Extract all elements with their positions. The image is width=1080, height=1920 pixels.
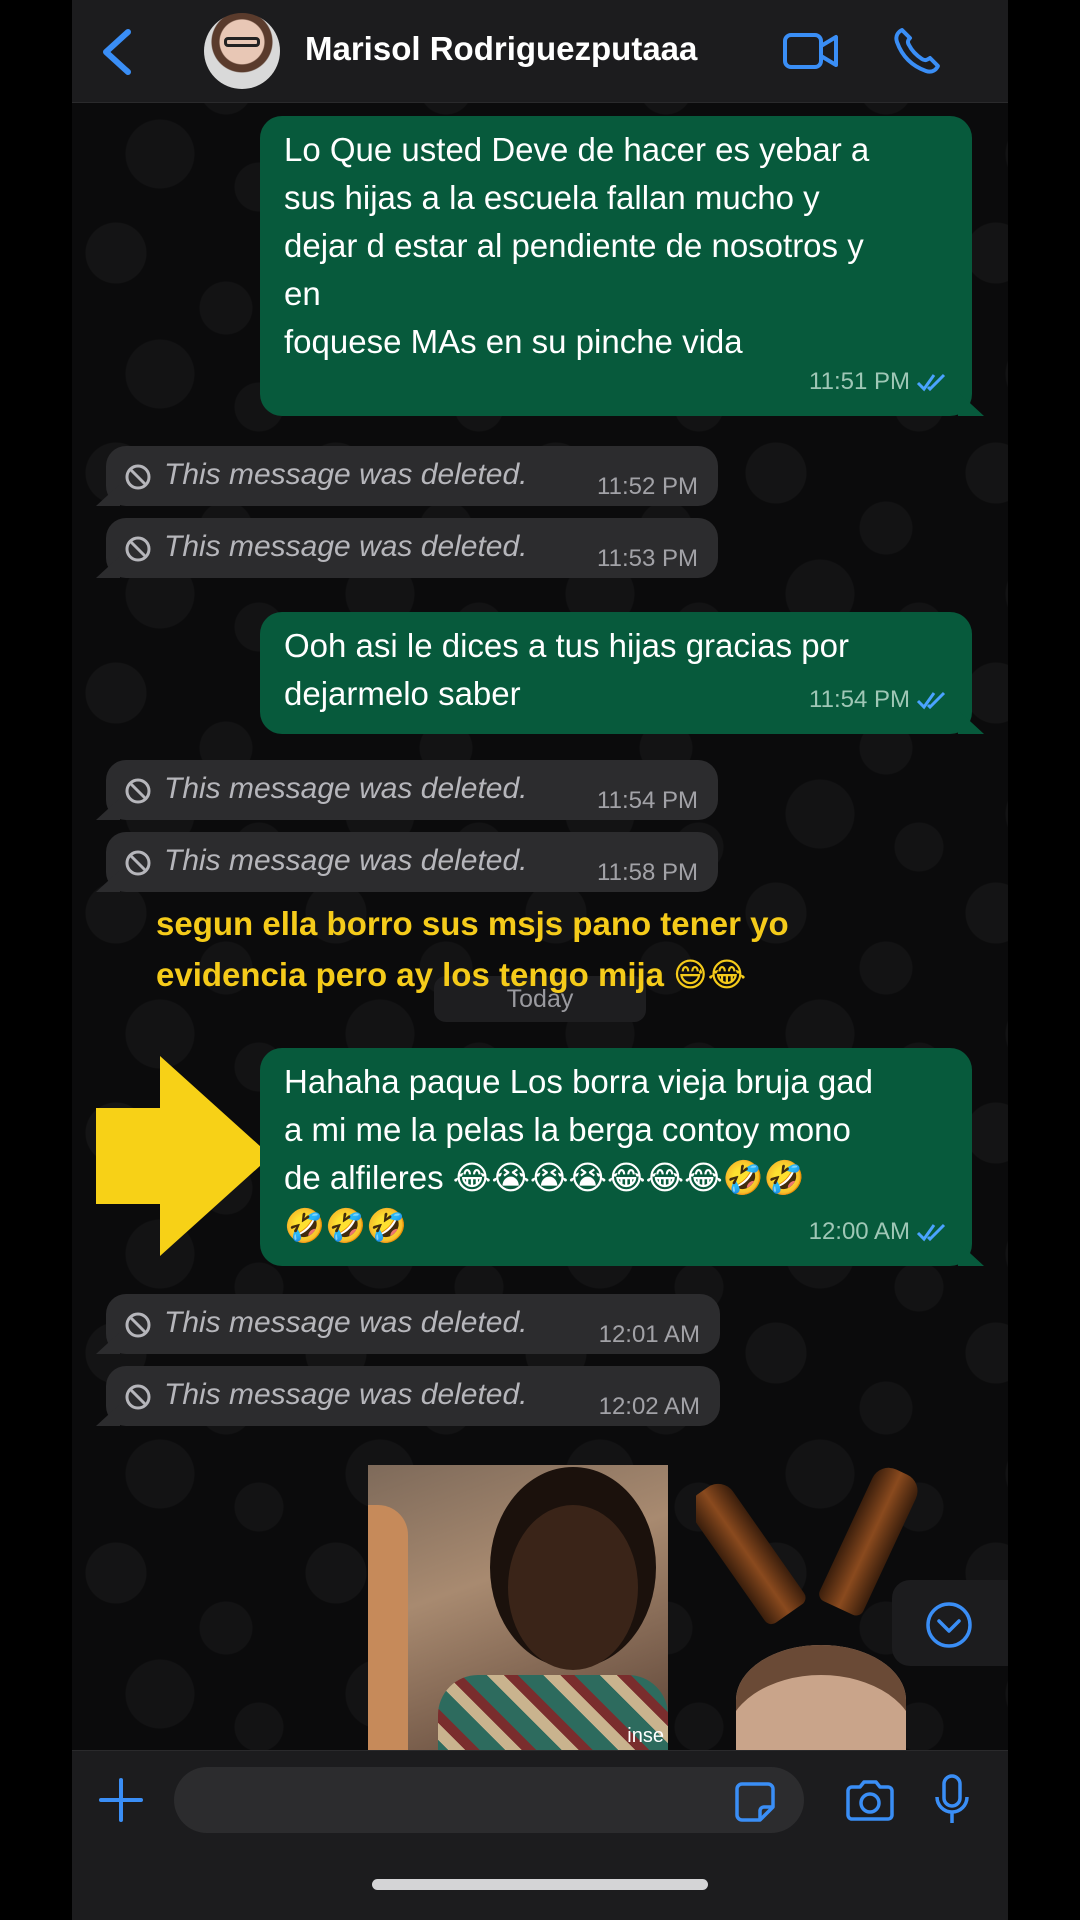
message-composer bbox=[72, 1750, 1008, 1920]
message-time: 11:54 PM bbox=[809, 686, 910, 713]
gif-watermark: inse bbox=[627, 1725, 664, 1747]
prohibited-icon bbox=[125, 850, 151, 876]
yellow-arrow-icon bbox=[96, 1056, 271, 1256]
outgoing-message[interactable]: Hahaha paque Los borra vieja bruja gad a… bbox=[260, 1048, 972, 1266]
prohibited-icon bbox=[125, 1312, 151, 1338]
message-time: 11:58 PM bbox=[597, 859, 698, 886]
chevron-down-circle-icon bbox=[926, 1602, 972, 1648]
scroll-to-bottom-button[interactable] bbox=[892, 1580, 1008, 1666]
prohibited-icon bbox=[125, 536, 151, 562]
camera-icon[interactable] bbox=[844, 1779, 896, 1823]
microphone-icon[interactable] bbox=[932, 1773, 972, 1827]
gif-figure bbox=[736, 1645, 906, 1750]
message-time: 12:01 AM bbox=[598, 1321, 700, 1348]
message-input[interactable] bbox=[174, 1767, 804, 1833]
video-camera-icon[interactable] bbox=[782, 30, 840, 72]
sticker-icon[interactable] bbox=[734, 1781, 776, 1823]
deleted-text: This message was deleted. bbox=[164, 1378, 528, 1411]
deleted-text: This message was deleted. bbox=[164, 844, 528, 877]
outgoing-message[interactable]: Lo Que usted Deve de hacer es yebar a su… bbox=[260, 116, 972, 416]
deleted-message[interactable]: This message was deleted. 12:01 AM bbox=[106, 1294, 720, 1354]
deleted-message[interactable]: This message was deleted. 11:53 PM bbox=[106, 518, 718, 578]
deleted-message[interactable]: This message was deleted. 12:02 AM bbox=[106, 1366, 720, 1426]
message-time: 11:54 PM bbox=[597, 787, 698, 814]
deleted-text: This message was deleted. bbox=[164, 772, 528, 805]
gif-figure bbox=[508, 1505, 638, 1670]
double-check-icon bbox=[916, 373, 946, 392]
double-check-icon bbox=[916, 1223, 946, 1242]
message-time: 11:53 PM bbox=[597, 545, 698, 572]
contact-avatar[interactable] bbox=[204, 13, 280, 89]
deleted-message[interactable]: This message was deleted. 11:54 PM bbox=[106, 760, 718, 820]
message-meta: 11:51 PM bbox=[809, 358, 948, 406]
prohibited-icon bbox=[125, 464, 151, 490]
message-time: 12:02 AM bbox=[598, 1393, 700, 1420]
home-indicator[interactable] bbox=[372, 1879, 708, 1890]
message-time: 12:00 AM bbox=[808, 1218, 910, 1245]
message-meta: 11:54 PM bbox=[809, 676, 948, 724]
contact-name[interactable]: Marisol Rodriguezputaaa bbox=[305, 30, 697, 68]
deleted-text: This message was deleted. bbox=[164, 530, 528, 563]
chat-header: Marisol Rodriguezputaaa bbox=[72, 0, 1008, 103]
outgoing-message[interactable]: Ooh asi le dices a tus hijas gracias por… bbox=[260, 612, 972, 734]
chevron-left-icon[interactable] bbox=[94, 26, 142, 78]
annotation-overlay: segun ella borro sus msjs pano tener yo … bbox=[156, 905, 789, 993]
gif-figure bbox=[368, 1505, 408, 1750]
message-text: Lo Que usted Deve de hacer es yebar a su… bbox=[284, 131, 870, 360]
deleted-text: This message was deleted. bbox=[164, 1306, 528, 1339]
message-time: 11:51 PM bbox=[809, 368, 910, 395]
deleted-message[interactable]: This message was deleted. 11:52 PM bbox=[106, 446, 718, 506]
plus-icon[interactable] bbox=[98, 1777, 144, 1823]
bottle-shape bbox=[696, 1476, 809, 1628]
gif-media[interactable]: inse bbox=[368, 1465, 668, 1750]
deleted-message[interactable]: This message was deleted. 11:58 PM bbox=[106, 832, 718, 892]
double-check-icon bbox=[916, 691, 946, 710]
prohibited-icon bbox=[125, 778, 151, 804]
deleted-text: This message was deleted. bbox=[164, 458, 528, 491]
message-time: 11:52 PM bbox=[597, 473, 698, 500]
message-meta: 12:00 AM bbox=[809, 1208, 948, 1256]
prohibited-icon bbox=[125, 1384, 151, 1410]
phone-icon[interactable] bbox=[892, 26, 942, 76]
chat-screen: Marisol Rodriguezputaaa Lo Que usted Dev… bbox=[72, 0, 1008, 1920]
